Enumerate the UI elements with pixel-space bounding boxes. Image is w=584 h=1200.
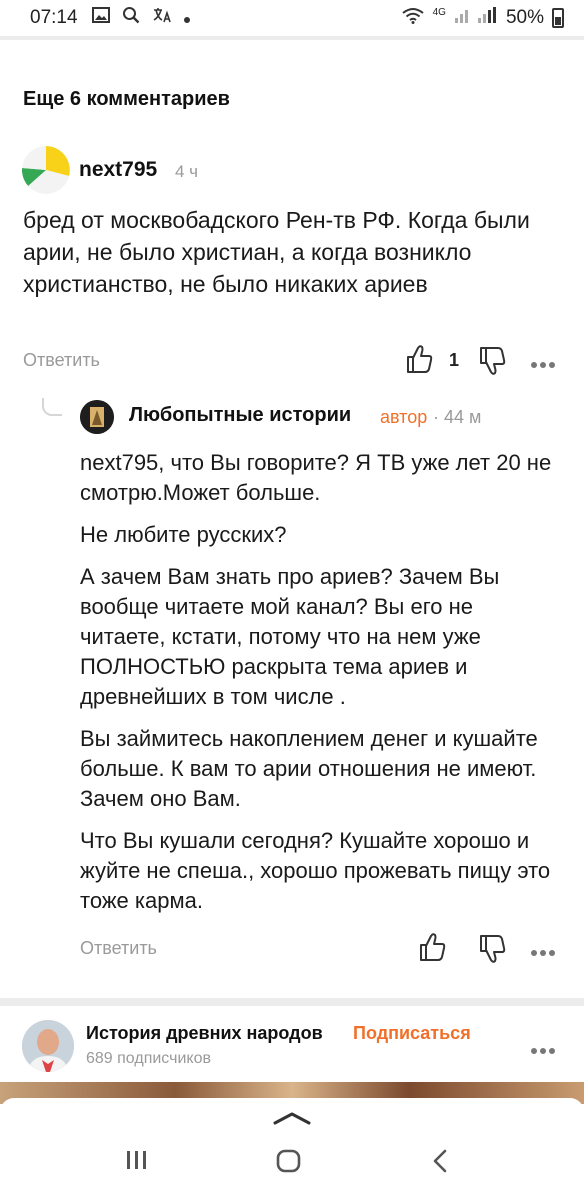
reply-paragraph: Что Вы кушали сегодня? Кушайте хорошо и … — [80, 828, 551, 913]
notification-dot-icon — [183, 7, 190, 29]
avatar[interactable] — [22, 146, 70, 194]
dislike-icon[interactable] — [478, 346, 506, 381]
network-type: 4G — [432, 7, 446, 18]
more-icon[interactable] — [530, 356, 556, 374]
signal-icon — [454, 6, 498, 30]
reply-author-name[interactable]: Любопытные истории — [129, 404, 351, 427]
reply-reply-button[interactable]: Ответить — [80, 938, 157, 959]
section-divider — [0, 998, 584, 1006]
reply-paragraph: Не любите русских? — [80, 522, 287, 547]
recent-apps-icon[interactable] — [125, 1148, 149, 1177]
reply-paragraph: А зачем Вам знать про ариев? Зачем Вы во… — [80, 564, 500, 709]
comment-username[interactable]: next795 — [79, 158, 157, 182]
reply-time: · 44 м — [433, 407, 482, 427]
battery-icon — [552, 8, 564, 28]
channel-avatar[interactable] — [22, 1020, 74, 1072]
comment-text: бред от москвобадского Рен-тв РФ. Когда … — [23, 207, 530, 297]
reply-button[interactable]: Ответить — [23, 350, 100, 371]
thread-connector — [42, 398, 62, 416]
subscriber-count: 689 подписчиков — [86, 1050, 211, 1067]
comment-time: 4 ч — [175, 162, 199, 181]
wifi-icon — [401, 6, 425, 30]
battery-percent: 50% — [505, 7, 544, 28]
reply-paragraph: Вы займитесь накоплением денег и кушайте… — [80, 726, 538, 811]
dislike-icon[interactable] — [478, 934, 506, 969]
translate-icon — [152, 6, 172, 30]
gallery-icon — [91, 7, 110, 29]
reply-paragraph: next795, что Вы говорите? Я ТВ уже лет 2… — [80, 450, 552, 505]
status-time: 07:14 — [30, 7, 78, 28]
back-icon[interactable] — [430, 1148, 450, 1179]
more-icon[interactable] — [530, 1042, 556, 1060]
status-bar: 07:14 4G 50% — [0, 0, 584, 36]
more-icon[interactable] — [530, 944, 556, 962]
search-icon — [122, 6, 140, 30]
like-icon[interactable] — [418, 932, 446, 967]
more-comments-link[interactable]: Еще 6 комментариев — [23, 88, 230, 111]
reply-text: next795, что Вы говорите? Я ТВ уже лет 2… — [80, 448, 560, 928]
author-badge: автор — [380, 407, 428, 427]
subscribe-button[interactable]: Подписаться — [353, 1023, 471, 1044]
author-avatar[interactable] — [80, 400, 114, 434]
channel-name[interactable]: История древних народов — [86, 1023, 323, 1044]
like-icon[interactable] — [405, 344, 433, 379]
chevron-up-icon[interactable] — [272, 1110, 312, 1131]
home-icon[interactable] — [276, 1148, 302, 1179]
like-count: 1 — [449, 350, 460, 370]
